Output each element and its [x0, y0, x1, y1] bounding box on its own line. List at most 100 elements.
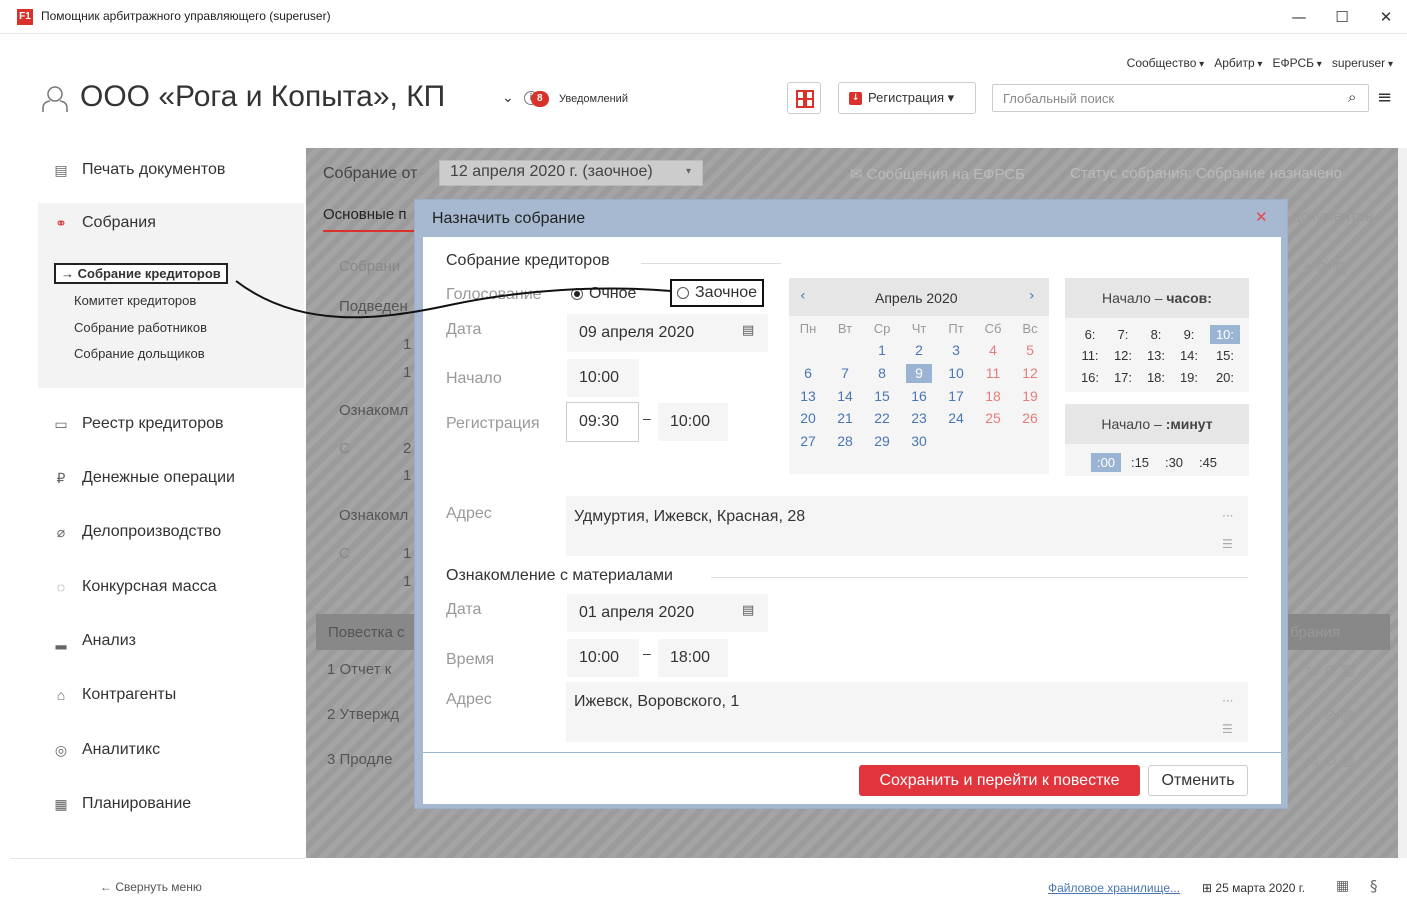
calendar-day[interactable]: 2 — [906, 341, 932, 360]
calendar-day[interactable]: 6 — [795, 364, 821, 383]
global-search-input[interactable]: Глобальный поиск — [992, 84, 1369, 112]
menu-arbitr[interactable]: Арбитр — [1214, 56, 1262, 70]
close-window-button[interactable]: ✕ — [1366, 4, 1406, 30]
close-icon[interactable]: ✕ — [1255, 208, 1268, 226]
calendar-icon[interactable]: ▤ — [742, 323, 754, 338]
calendar-day[interactable]: 3 — [943, 341, 969, 360]
hour-option[interactable]: 18: — [1141, 368, 1171, 387]
menu-community[interactable]: Сообщество — [1127, 56, 1205, 70]
calendar-day[interactable]: 4 — [980, 341, 1006, 360]
address2-input[interactable]: Ижевск, Воровского, 1 — [566, 682, 1248, 742]
minute-option[interactable]: :00 — [1091, 453, 1121, 472]
calendar-day[interactable]: 24 — [943, 409, 969, 428]
address-input[interactable]: Удмуртия, Ижевск, Красная, 28 — [566, 496, 1248, 556]
calendar-day[interactable]: 5 — [1017, 341, 1043, 360]
calendar-day[interactable]: 25 — [980, 409, 1006, 428]
hour-option[interactable]: 10: — [1210, 325, 1240, 344]
time-from-input[interactable]: 10:00 — [567, 639, 639, 677]
hour-option[interactable]: 13: — [1141, 346, 1171, 365]
sub-item-creditors-committee[interactable]: Комитет кредиторов — [74, 293, 196, 308]
calendar-day[interactable]: 8 — [869, 364, 895, 383]
calendar-day[interactable]: 16 — [906, 387, 932, 406]
law-icon[interactable]: § — [1370, 877, 1378, 895]
hour-option[interactable]: 20: — [1210, 368, 1240, 387]
hour-option[interactable]: 19: — [1174, 368, 1204, 387]
sidebar-item-analytics[interactable]: ◎ Аналитикс — [38, 730, 304, 770]
hour-option[interactable]: 8: — [1141, 325, 1171, 344]
more-icon[interactable]: ··· — [1222, 694, 1233, 708]
sidebar-item-estate[interactable]: ◌ Конкурсная масса — [38, 567, 304, 607]
meeting-select[interactable]: 12 апреля 2020 г. (заочное) — [439, 160, 703, 186]
calendar-day[interactable]: 9 — [906, 364, 932, 383]
calendar-day[interactable]: 26 — [1017, 409, 1043, 428]
calendar-day[interactable]: 28 — [832, 432, 858, 451]
meetings-shortcut-button[interactable] — [787, 82, 821, 114]
calendar-icon[interactable]: ▤ — [742, 603, 754, 618]
sidebar-item-office-work[interactable]: ⌀ Делопроизводство — [38, 512, 304, 552]
calendar-day[interactable]: 1 — [869, 341, 895, 360]
registration-button[interactable]: ↓ Регистрация ▾ — [838, 82, 976, 114]
sub-item-shareholders-meeting[interactable]: Собрание дольщиков — [74, 346, 205, 361]
hour-option[interactable]: 7: — [1108, 325, 1138, 344]
minute-option[interactable]: :15 — [1125, 453, 1155, 472]
list-icon[interactable]: ☰ — [1222, 722, 1233, 736]
file-storage-link[interactable]: Файловое хранилище... — [1048, 881, 1180, 895]
calendar-day[interactable]: 29 — [869, 432, 895, 451]
calendar-day[interactable]: 15 — [869, 387, 895, 406]
hour-option[interactable]: 14: — [1174, 346, 1204, 365]
list-icon[interactable]: ☰ — [1222, 537, 1233, 551]
calendar-day[interactable]: 13 — [795, 387, 821, 406]
calculator-icon[interactable]: ▦ — [1336, 878, 1349, 894]
collapse-menu-button[interactable]: ← Свернуть меню — [100, 880, 202, 894]
sidebar-item-money[interactable]: ₽ Денежные операции — [38, 458, 304, 498]
calendar-day[interactable]: 11 — [980, 364, 1006, 383]
menu-icon[interactable]: ≡ — [1377, 87, 1392, 108]
registration-to-input[interactable]: 10:00 — [658, 403, 728, 441]
notification-label[interactable]: Уведомлений — [559, 93, 628, 105]
calendar-day[interactable]: 17 — [943, 387, 969, 406]
minute-option[interactable]: :45 — [1193, 453, 1223, 472]
search-icon[interactable]: ⌕ — [1348, 88, 1356, 106]
sidebar-item-creditors-registry[interactable]: ▭ Реестр кредиторов — [38, 404, 304, 444]
save-and-agenda-button[interactable]: Сохранить и перейти к повестке — [859, 765, 1140, 796]
hour-option[interactable]: 17: — [1108, 368, 1138, 387]
hour-option[interactable]: 9: — [1174, 325, 1204, 344]
calendar-day[interactable]: 23 — [906, 409, 932, 428]
minimize-button[interactable]: — — [1279, 4, 1319, 30]
calendar-day[interactable]: 18 — [980, 387, 1006, 406]
hour-option[interactable]: 15: — [1210, 346, 1240, 365]
sidebar-item-meetings[interactable]: ⚭ Собрания — [38, 203, 304, 243]
date2-input[interactable]: 01 апреля 2020 — [567, 594, 768, 632]
sidebar-item-contractors[interactable]: ⌂ Контрагенты — [38, 675, 304, 715]
calendar-next-icon[interactable]: › — [1029, 288, 1035, 304]
calendar-prev-icon[interactable]: ‹ — [800, 288, 806, 304]
efrsb-messages-link[interactable]: ✉ Сообщения на ЕФРСБ — [850, 165, 1025, 183]
radio-absentee[interactable]: Заочное — [670, 279, 765, 307]
hour-option[interactable]: 11: — [1075, 346, 1105, 365]
hour-option[interactable]: 12: — [1108, 346, 1138, 365]
calendar-day[interactable]: 12 — [1017, 364, 1043, 383]
sidebar-item-planning[interactable]: ▦ Планирование — [38, 784, 304, 824]
calendar-day[interactable]: 27 — [795, 432, 821, 451]
hour-option[interactable]: 16: — [1075, 368, 1105, 387]
sub-item-workers-meeting[interactable]: Собрание работников — [74, 320, 207, 335]
sidebar-item-print-docs[interactable]: ▤ Печать документов — [38, 150, 304, 190]
calendar-day[interactable]: 22 — [869, 409, 895, 428]
tab-docs[interactable]: документов — [1292, 208, 1373, 225]
organization-title[interactable]: ООО «Рога и Копыта», КП — [80, 80, 445, 114]
maximize-button[interactable]: ☐ — [1322, 4, 1362, 30]
chevron-down-icon[interactable]: ▾ — [686, 166, 691, 177]
time-to-input[interactable]: 18:00 — [658, 639, 728, 677]
radio-in-person[interactable]: Очное — [571, 285, 636, 303]
calendar-day[interactable]: 10 — [943, 364, 969, 383]
menu-efrsb[interactable]: ЕФРСБ — [1272, 56, 1321, 70]
notification-badge[interactable]: 8 — [531, 91, 549, 107]
calendar-day[interactable]: 14 — [832, 387, 858, 406]
calendar-day[interactable]: 7 — [832, 364, 858, 383]
calendar-day[interactable]: 30 — [906, 432, 932, 451]
start-time-input[interactable]: 10:00 — [567, 359, 639, 397]
date-input[interactable]: 09 апреля 2020 — [567, 314, 768, 352]
scrollbar[interactable] — [1398, 148, 1407, 858]
chevron-down-icon[interactable]: ⌄ — [502, 90, 514, 106]
minute-option[interactable]: :30 — [1159, 453, 1189, 472]
